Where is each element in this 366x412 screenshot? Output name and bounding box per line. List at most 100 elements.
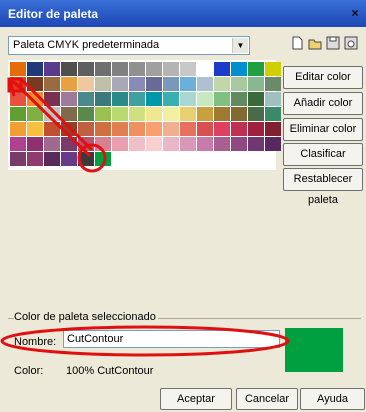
- palette-swatch-area[interactable]: [8, 60, 281, 170]
- color-swatch[interactable]: [180, 92, 196, 106]
- cancel-button[interactable]: Cancelar: [236, 388, 298, 410]
- color-swatch[interactable]: [61, 137, 77, 151]
- color-swatch[interactable]: [146, 137, 162, 151]
- color-swatch[interactable]: [214, 122, 230, 136]
- color-name-field[interactable]: CutContour: [63, 330, 280, 348]
- color-swatch[interactable]: [27, 77, 43, 91]
- color-swatch[interactable]: [10, 107, 26, 121]
- color-swatch[interactable]: [95, 92, 111, 106]
- color-swatch[interactable]: [248, 107, 264, 121]
- color-swatch[interactable]: [78, 107, 94, 121]
- color-swatch[interactable]: [197, 122, 213, 136]
- color-swatch[interactable]: [214, 137, 230, 151]
- color-swatch[interactable]: [44, 122, 60, 136]
- color-swatch[interactable]: [197, 62, 213, 76]
- color-swatch[interactable]: [265, 122, 281, 136]
- color-swatch[interactable]: [231, 92, 247, 106]
- color-swatch[interactable]: [44, 77, 60, 91]
- color-swatch[interactable]: [27, 107, 43, 121]
- color-swatch[interactable]: [129, 62, 145, 76]
- edit-color-button[interactable]: Editar color: [283, 66, 363, 89]
- color-swatch[interactable]: [163, 137, 179, 151]
- color-swatch[interactable]: [163, 92, 179, 106]
- color-swatch[interactable]: [248, 92, 264, 106]
- color-swatch[interactable]: [163, 107, 179, 121]
- color-swatch[interactable]: [95, 152, 111, 166]
- color-swatch[interactable]: [197, 137, 213, 151]
- color-swatch[interactable]: [248, 77, 264, 91]
- color-swatch[interactable]: [231, 107, 247, 121]
- new-palette-icon[interactable]: [288, 36, 306, 54]
- color-swatch[interactable]: [197, 92, 213, 106]
- color-swatch[interactable]: [265, 77, 281, 91]
- color-swatch[interactable]: [197, 77, 213, 91]
- color-swatch[interactable]: [61, 92, 77, 106]
- ok-button[interactable]: Aceptar: [160, 388, 232, 410]
- color-swatch[interactable]: [180, 62, 196, 76]
- color-swatch[interactable]: [129, 77, 145, 91]
- add-color-button[interactable]: Añadir color: [283, 92, 363, 115]
- color-swatch[interactable]: [265, 62, 281, 76]
- color-swatch[interactable]: [95, 122, 111, 136]
- color-swatch[interactable]: [95, 77, 111, 91]
- color-swatch[interactable]: [27, 62, 43, 76]
- color-swatch[interactable]: [163, 77, 179, 91]
- save-palette-icon[interactable]: [324, 36, 342, 54]
- color-swatch[interactable]: [112, 137, 128, 151]
- color-swatch[interactable]: [78, 137, 94, 151]
- color-swatch[interactable]: [214, 107, 230, 121]
- color-swatch[interactable]: [180, 107, 196, 121]
- color-swatch[interactable]: [44, 62, 60, 76]
- chevron-down-icon[interactable]: ▼: [232, 38, 248, 53]
- color-swatch[interactable]: [78, 62, 94, 76]
- color-swatch[interactable]: [180, 137, 196, 151]
- color-swatch[interactable]: [95, 137, 111, 151]
- color-swatch[interactable]: [146, 77, 162, 91]
- color-swatch[interactable]: [61, 77, 77, 91]
- color-swatch[interactable]: [44, 152, 60, 166]
- color-swatch[interactable]: [163, 122, 179, 136]
- color-swatch[interactable]: [265, 107, 281, 121]
- color-swatch[interactable]: [27, 152, 43, 166]
- save-as-palette-icon[interactable]: [342, 36, 360, 54]
- color-swatch[interactable]: [10, 152, 26, 166]
- color-swatch[interactable]: [10, 122, 26, 136]
- color-swatch[interactable]: [146, 122, 162, 136]
- color-swatch[interactable]: [146, 107, 162, 121]
- color-swatch[interactable]: [214, 77, 230, 91]
- color-swatch[interactable]: [61, 122, 77, 136]
- color-swatch[interactable]: [180, 77, 196, 91]
- palette-select[interactable]: Paleta CMYK predeterminada ▼: [8, 36, 250, 55]
- color-swatch[interactable]: [61, 62, 77, 76]
- color-swatch[interactable]: [214, 62, 230, 76]
- color-swatch[interactable]: [10, 62, 26, 76]
- color-swatch[interactable]: [112, 107, 128, 121]
- color-swatch[interactable]: [265, 137, 281, 151]
- color-swatch[interactable]: [129, 107, 145, 121]
- color-swatch[interactable]: [163, 62, 179, 76]
- delete-color-button[interactable]: Eliminar color: [283, 118, 363, 141]
- color-swatch[interactable]: [78, 122, 94, 136]
- color-swatch[interactable]: [129, 137, 145, 151]
- color-swatch[interactable]: [231, 62, 247, 76]
- color-swatch[interactable]: [44, 107, 60, 121]
- color-swatch[interactable]: [61, 107, 77, 121]
- color-swatch[interactable]: [248, 62, 264, 76]
- color-swatch[interactable]: [129, 122, 145, 136]
- help-button[interactable]: Ayuda: [300, 388, 365, 410]
- color-swatch[interactable]: [61, 152, 77, 166]
- color-swatch[interactable]: [214, 92, 230, 106]
- color-swatch[interactable]: [248, 137, 264, 151]
- color-swatch[interactable]: [10, 92, 26, 106]
- color-swatch[interactable]: [231, 77, 247, 91]
- color-swatch[interactable]: [44, 92, 60, 106]
- color-swatch[interactable]: [27, 122, 43, 136]
- color-swatch[interactable]: [231, 137, 247, 151]
- color-swatch[interactable]: [78, 152, 94, 166]
- color-swatch[interactable]: [129, 92, 145, 106]
- color-swatch[interactable]: [248, 122, 264, 136]
- reset-palette-button[interactable]: Restablecer paleta: [283, 168, 363, 206]
- color-swatch[interactable]: [95, 107, 111, 121]
- sort-colors-button[interactable]: Clasificar colores ▼: [283, 143, 363, 181]
- color-swatch[interactable]: [146, 92, 162, 106]
